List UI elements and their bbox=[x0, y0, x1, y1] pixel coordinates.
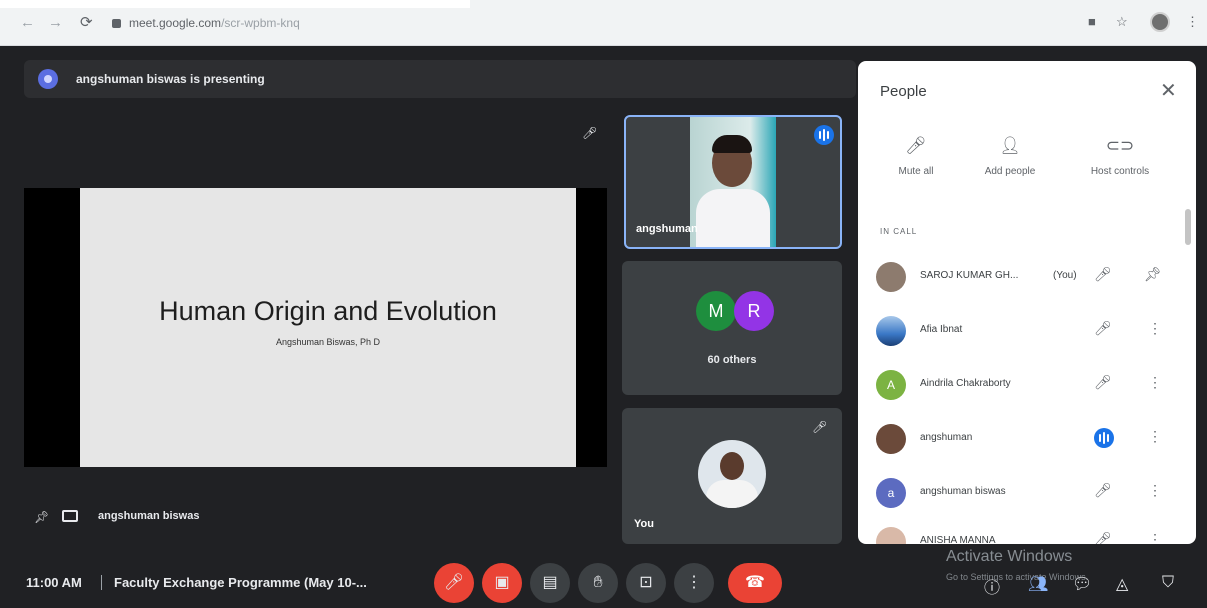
avatar bbox=[876, 262, 906, 292]
avatar: A bbox=[876, 370, 906, 400]
participant-name: Aindrila Chakraborty bbox=[920, 378, 1011, 389]
avatar bbox=[876, 527, 906, 544]
activities-icon[interactable]: ◬ bbox=[1116, 574, 1128, 594]
camera-toggle-button[interactable]: ▣ bbox=[482, 563, 522, 603]
mic-off-icon: 🎤︎ bbox=[582, 126, 598, 140]
scrollbar[interactable] bbox=[1185, 209, 1191, 245]
section-label: IN CALL bbox=[880, 227, 918, 236]
mute-all-button[interactable]: 🎤︎ Mute all bbox=[866, 136, 966, 177]
participant-row[interactable]: SAROJ KUMAR GH... (You) 🎤︎ 📌︎ bbox=[858, 254, 1196, 302]
chat-icon[interactable]: 💬︎ bbox=[1072, 574, 1092, 594]
speaker-video bbox=[690, 117, 776, 247]
activation-watermark: Activate Windows bbox=[946, 548, 1073, 565]
more-options-icon[interactable]: ⋮ bbox=[1148, 320, 1162, 337]
url-host: meet.google.com bbox=[129, 16, 222, 30]
others-tile[interactable]: M R 60 others bbox=[622, 261, 842, 395]
you-tag: (You) bbox=[1053, 270, 1077, 281]
present-screen-icon bbox=[62, 510, 78, 522]
meet-stage: angshuman biswas is presenting 🎤︎ Human … bbox=[0, 46, 1207, 608]
close-icon[interactable]: ✕ bbox=[1160, 78, 1177, 103]
mic-toggle-button[interactable]: 🎤︎ bbox=[434, 563, 474, 603]
browser-toolbar: ← → ⟳ meet.google.com/scr-wpbm-knq ■ ☆ ⋮ bbox=[0, 0, 1207, 46]
captions-button[interactable]: ▤ bbox=[530, 563, 570, 603]
presenter-avatar-icon bbox=[38, 69, 58, 89]
browser-menu-icon[interactable]: ⋮ bbox=[1186, 14, 1199, 30]
host-shield-icon[interactable]: ⛉ bbox=[1162, 574, 1174, 592]
mute-all-label: Mute all bbox=[898, 166, 934, 177]
panel-title: People bbox=[880, 83, 927, 100]
participant-row[interactable]: Afia Ibnat 🎤︎ ⋮ bbox=[858, 308, 1196, 356]
profile-avatar[interactable] bbox=[1150, 12, 1170, 32]
mic-off-icon: 🎤︎ bbox=[1094, 320, 1112, 336]
participant-name: Afia Ibnat bbox=[920, 324, 963, 335]
mic-off-icon: 🎤︎ bbox=[1094, 266, 1112, 282]
mic-off-icon: 🎤︎ bbox=[812, 420, 828, 434]
presenting-banner: angshuman biswas is presenting bbox=[24, 60, 856, 98]
reload-icon[interactable]: ⟳ bbox=[80, 14, 93, 32]
present-now-button[interactable]: ⊡ bbox=[626, 563, 666, 603]
url-path: /scr-wpbm-knq bbox=[221, 16, 300, 30]
host-controls-button[interactable]: ⊂⊃ Host controls bbox=[1070, 136, 1170, 177]
browser-tab-strip bbox=[0, 0, 470, 8]
person-add-icon: 👤︎ bbox=[999, 136, 1021, 155]
address-bar[interactable]: meet.google.com/scr-wpbm-knq bbox=[112, 16, 300, 30]
presenting-text: angshuman biswas is presenting bbox=[76, 72, 265, 86]
bottom-control-bar: 11:00 AM Faculty Exchange Programme (May… bbox=[0, 548, 1207, 608]
add-people-button[interactable]: 👤︎ Add people bbox=[960, 136, 1060, 177]
participant-row[interactable]: a angshuman biswas 🎤︎ ⋮ bbox=[858, 470, 1196, 518]
mic-off-icon: 🎤︎ bbox=[1094, 482, 1112, 498]
pin-icon[interactable]: 📌︎ bbox=[34, 510, 49, 524]
participant-row[interactable]: A Aindrila Chakraborty 🎤︎ ⋮ bbox=[858, 362, 1196, 410]
participant-name: ANISHA MANNA bbox=[920, 535, 996, 544]
participant-row[interactable]: ANISHA MANNA 🎤︎ ⋮ bbox=[858, 519, 1196, 544]
slide-subtitle: Angshuman Biswas, Ph D bbox=[275, 337, 381, 347]
people-icon[interactable]: 👥︎ bbox=[1028, 574, 1048, 594]
add-people-label: Add people bbox=[984, 166, 1036, 177]
slide-title: Human Origin and Evolution bbox=[159, 296, 497, 326]
avatar: R bbox=[734, 291, 774, 331]
people-panel: People ✕ 🎤︎ Mute all 👤︎ Add people ⊂⊃ Ho… bbox=[858, 61, 1196, 544]
self-label: You bbox=[634, 518, 654, 530]
self-avatar bbox=[698, 440, 766, 508]
speaking-indicator-icon bbox=[1094, 428, 1114, 448]
info-icon[interactable]: ⓘ bbox=[984, 574, 1000, 598]
bookmark-star-icon[interactable]: ☆ bbox=[1116, 14, 1128, 30]
activation-watermark-sub: Go to Settings to activate Windows. bbox=[946, 572, 1089, 582]
participant-name: SAROJ KUMAR GH... bbox=[920, 270, 1019, 281]
avatar bbox=[876, 424, 906, 454]
pinned-name: angshuman biswas bbox=[98, 510, 200, 522]
speaking-indicator-icon bbox=[814, 125, 834, 145]
host-controls-label: Host controls bbox=[1090, 166, 1150, 177]
presentation-slide: Human Origin and Evolution Angshuman Bis… bbox=[80, 188, 576, 467]
avatar bbox=[876, 316, 906, 346]
speaker-name: angshuman bbox=[636, 223, 698, 235]
avatar: a bbox=[876, 478, 906, 508]
participant-name: angshuman biswas bbox=[920, 486, 1006, 497]
others-count: 60 others bbox=[707, 354, 757, 366]
more-options-icon[interactable]: ⋮ bbox=[1148, 374, 1162, 391]
raise-hand-button[interactable]: ✋︎ bbox=[578, 563, 618, 603]
more-options-icon[interactable]: ⋮ bbox=[1148, 482, 1162, 499]
participant-name: angshuman bbox=[920, 432, 973, 443]
camera-indicator-icon[interactable]: ■ bbox=[1088, 14, 1096, 29]
forward-icon[interactable]: → bbox=[48, 14, 63, 32]
mic-off-icon: 🎤︎ bbox=[1094, 531, 1112, 544]
self-tile[interactable]: 🎤︎ You bbox=[622, 408, 842, 544]
mic-off-icon: 🎤︎ bbox=[905, 136, 927, 155]
clock: 11:00 AM bbox=[26, 575, 82, 590]
pin-icon[interactable]: 📌︎ bbox=[1144, 266, 1162, 283]
more-options-icon[interactable]: ⋮ bbox=[1148, 531, 1162, 544]
lock-icon bbox=[112, 19, 121, 28]
mic-off-icon: 🎤︎ bbox=[1094, 374, 1112, 390]
back-icon[interactable]: ← bbox=[20, 14, 35, 32]
avatar: M bbox=[696, 291, 736, 331]
toggle-icon: ⊂⊃ bbox=[1105, 136, 1135, 155]
more-options-button[interactable]: ⋮ bbox=[674, 563, 714, 603]
divider bbox=[101, 575, 102, 590]
speaker-tile[interactable]: angshuman bbox=[624, 115, 842, 249]
more-options-icon[interactable]: ⋮ bbox=[1148, 428, 1162, 445]
participant-row[interactable]: angshuman ⋮ bbox=[858, 416, 1196, 464]
leave-call-button[interactable]: ☎︎ bbox=[728, 563, 782, 603]
meeting-title: Faculty Exchange Programme (May 10-... bbox=[114, 575, 367, 590]
